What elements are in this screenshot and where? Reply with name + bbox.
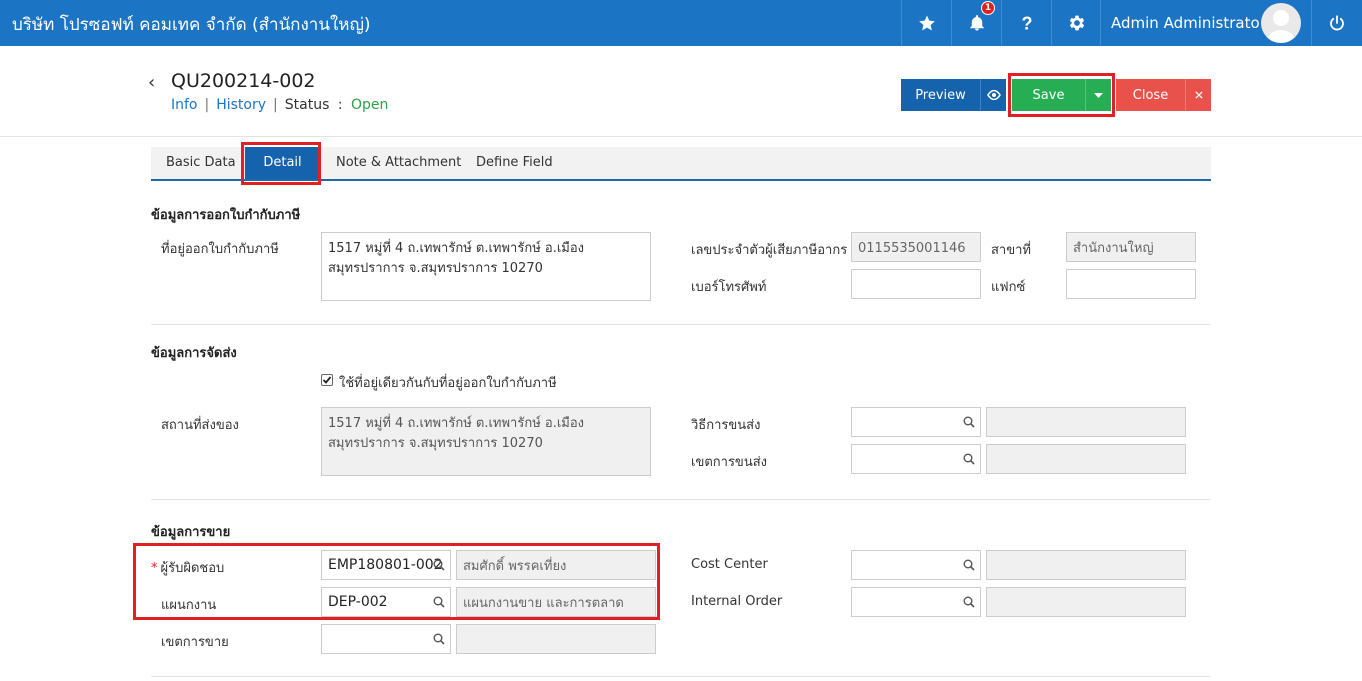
- internal-order-name-field: [986, 587, 1186, 617]
- tax-address-field[interactable]: 1517 หมู่ที่ 4 ถ.เทพารักษ์ ต.เทพารักษ์ อ…: [321, 232, 651, 301]
- shipping-section-title: ข้อมูลการจัดส่ง: [151, 346, 237, 361]
- ship-to-label: สถานที่ส่งของ: [161, 418, 239, 433]
- close-x-button[interactable]: [1185, 79, 1211, 111]
- ship-method-name-field: [986, 407, 1186, 437]
- responsible-name-field: สมศักดิ์ พรรคเที่ยง: [456, 550, 656, 580]
- ship-zone-name-field: [986, 444, 1186, 474]
- fax-label: แฟกซ์: [991, 280, 1026, 295]
- info-link[interactable]: Info: [171, 97, 198, 113]
- branch-field: สำนักงานใหญ่: [1066, 232, 1196, 262]
- close-icon: [1194, 91, 1203, 99]
- responsible-label-text: ผู้รับผิดชอบ: [160, 561, 225, 576]
- save-dropdown-button[interactable]: [1085, 79, 1111, 111]
- notifications-button[interactable]: 1: [951, 0, 1001, 46]
- power-icon: [1330, 15, 1344, 31]
- search-icon[interactable]: [433, 633, 445, 650]
- document-number: QU200214-002: [171, 70, 316, 92]
- tax-section-title: ข้อมูลการออกใบกำกับภาษี: [151, 208, 301, 223]
- responsible-code: EMP180801-002: [328, 557, 443, 573]
- responsible-lookup[interactable]: EMP180801-002: [321, 550, 451, 580]
- sales-area-name-field: [456, 624, 656, 654]
- tab-detail[interactable]: Detail: [245, 147, 320, 179]
- bell-icon: [969, 15, 984, 31]
- settings-button[interactable]: [1051, 0, 1101, 46]
- sales-area-lookup[interactable]: [321, 624, 451, 654]
- help-button[interactable]: ?: [1001, 0, 1051, 46]
- tax-id-label: เลขประจำตัวผู้เสียภาษีอากร: [691, 243, 848, 258]
- section-divider: [151, 324, 1211, 325]
- company-name: บริษัท โปรซอฟท์ คอมเทค จำกัด (สำนักงานให…: [12, 15, 371, 35]
- tab-note-attachment[interactable]: Note & Attachment: [336, 147, 461, 179]
- back-chevron-icon[interactable]: ‹: [148, 72, 155, 93]
- search-icon[interactable]: [963, 596, 975, 613]
- status-label: Status: [284, 97, 330, 113]
- branch-label: สาขาที่: [991, 243, 1031, 258]
- search-icon[interactable]: [433, 559, 445, 576]
- notification-badge: 1: [981, 1, 995, 15]
- department-code: DEP-002: [328, 594, 388, 610]
- caret-down-icon: [1094, 92, 1103, 98]
- search-icon[interactable]: [963, 416, 975, 433]
- phone-field[interactable]: [851, 269, 981, 299]
- status-badge: Open: [351, 97, 389, 113]
- search-icon[interactable]: [963, 453, 975, 470]
- document-links: Info | History | Status : Open: [171, 97, 388, 113]
- preview-eye-button[interactable]: [980, 79, 1006, 111]
- preview-button[interactable]: Preview: [901, 79, 980, 111]
- top-bar: บริษัท โปรซอฟท์ คอมเทค จำกัด (สำนักงานให…: [0, 0, 1362, 46]
- history-link[interactable]: History: [216, 97, 266, 113]
- favorites-button[interactable]: [901, 0, 951, 46]
- section-divider: [151, 676, 1211, 677]
- status-colon: :: [337, 97, 343, 113]
- section-divider: [151, 499, 1211, 500]
- tab-basic-data[interactable]: Basic Data: [166, 147, 236, 179]
- tab-bar: Basic Data Detail Note & Attachment Defi…: [151, 147, 1211, 181]
- cost-center-name-field: [986, 550, 1186, 580]
- required-asterisk: *: [151, 561, 158, 576]
- sales-section-title: ข้อมูลการขาย: [151, 525, 231, 540]
- checkmark-icon: [322, 376, 332, 384]
- internal-order-label: Internal Order: [691, 594, 783, 609]
- help-icon: ?: [1021, 13, 1032, 33]
- tax-id-field: 0115535001146: [851, 232, 981, 262]
- tab-define-field[interactable]: Define Field: [476, 147, 553, 179]
- search-icon[interactable]: [433, 596, 445, 613]
- avatar[interactable]: [1261, 3, 1301, 43]
- responsible-label: * ผู้รับผิดชอบ: [151, 557, 224, 578]
- phone-label: เบอร์โทรศัพท์: [691, 280, 767, 295]
- ship-to-field: 1517 หมู่ที่ 4 ถ.เทพารักษ์ ต.เทพารักษ์ อ…: [321, 407, 651, 476]
- tax-address-label: ที่อยู่ออกใบกำกับภาษี: [161, 242, 279, 257]
- eye-icon: [986, 90, 1001, 100]
- divider: |: [204, 97, 210, 113]
- gear-icon: [1069, 15, 1084, 31]
- logout-button[interactable]: [1311, 0, 1362, 46]
- svg-text:?: ?: [1021, 13, 1032, 33]
- sales-area-label: เขตการขาย: [161, 635, 229, 650]
- search-icon[interactable]: [963, 559, 975, 576]
- internal-order-lookup[interactable]: [851, 587, 981, 617]
- department-label: แผนกงาน: [161, 598, 217, 613]
- cost-center-label: Cost Center: [691, 557, 768, 572]
- fax-field[interactable]: [1066, 269, 1196, 299]
- department-lookup[interactable]: DEP-002: [321, 587, 451, 617]
- header-divider: [0, 136, 1362, 137]
- ship-zone-lookup[interactable]: [851, 444, 981, 474]
- star-icon: [918, 15, 935, 31]
- divider: |: [273, 97, 278, 113]
- user-menu[interactable]: Admin Administrator: [1100, 0, 1260, 46]
- close-button[interactable]: Close: [1116, 79, 1185, 111]
- same-address-checkbox[interactable]: [321, 374, 333, 386]
- department-name-field: แผนกงานขาย และการตลาด: [456, 587, 656, 617]
- cost-center-lookup[interactable]: [851, 550, 981, 580]
- save-button[interactable]: Save: [1012, 79, 1085, 111]
- ship-method-label: วิธีการขนส่ง: [691, 418, 761, 433]
- ship-zone-label: เขตการขนส่ง: [691, 455, 767, 470]
- same-address-label[interactable]: ใช้ที่อยู่เดียวกันกับที่อยู่ออกใบกำกับภา…: [339, 372, 557, 393]
- ship-method-lookup[interactable]: [851, 407, 981, 437]
- user-silhouette-icon: [1266, 10, 1296, 43]
